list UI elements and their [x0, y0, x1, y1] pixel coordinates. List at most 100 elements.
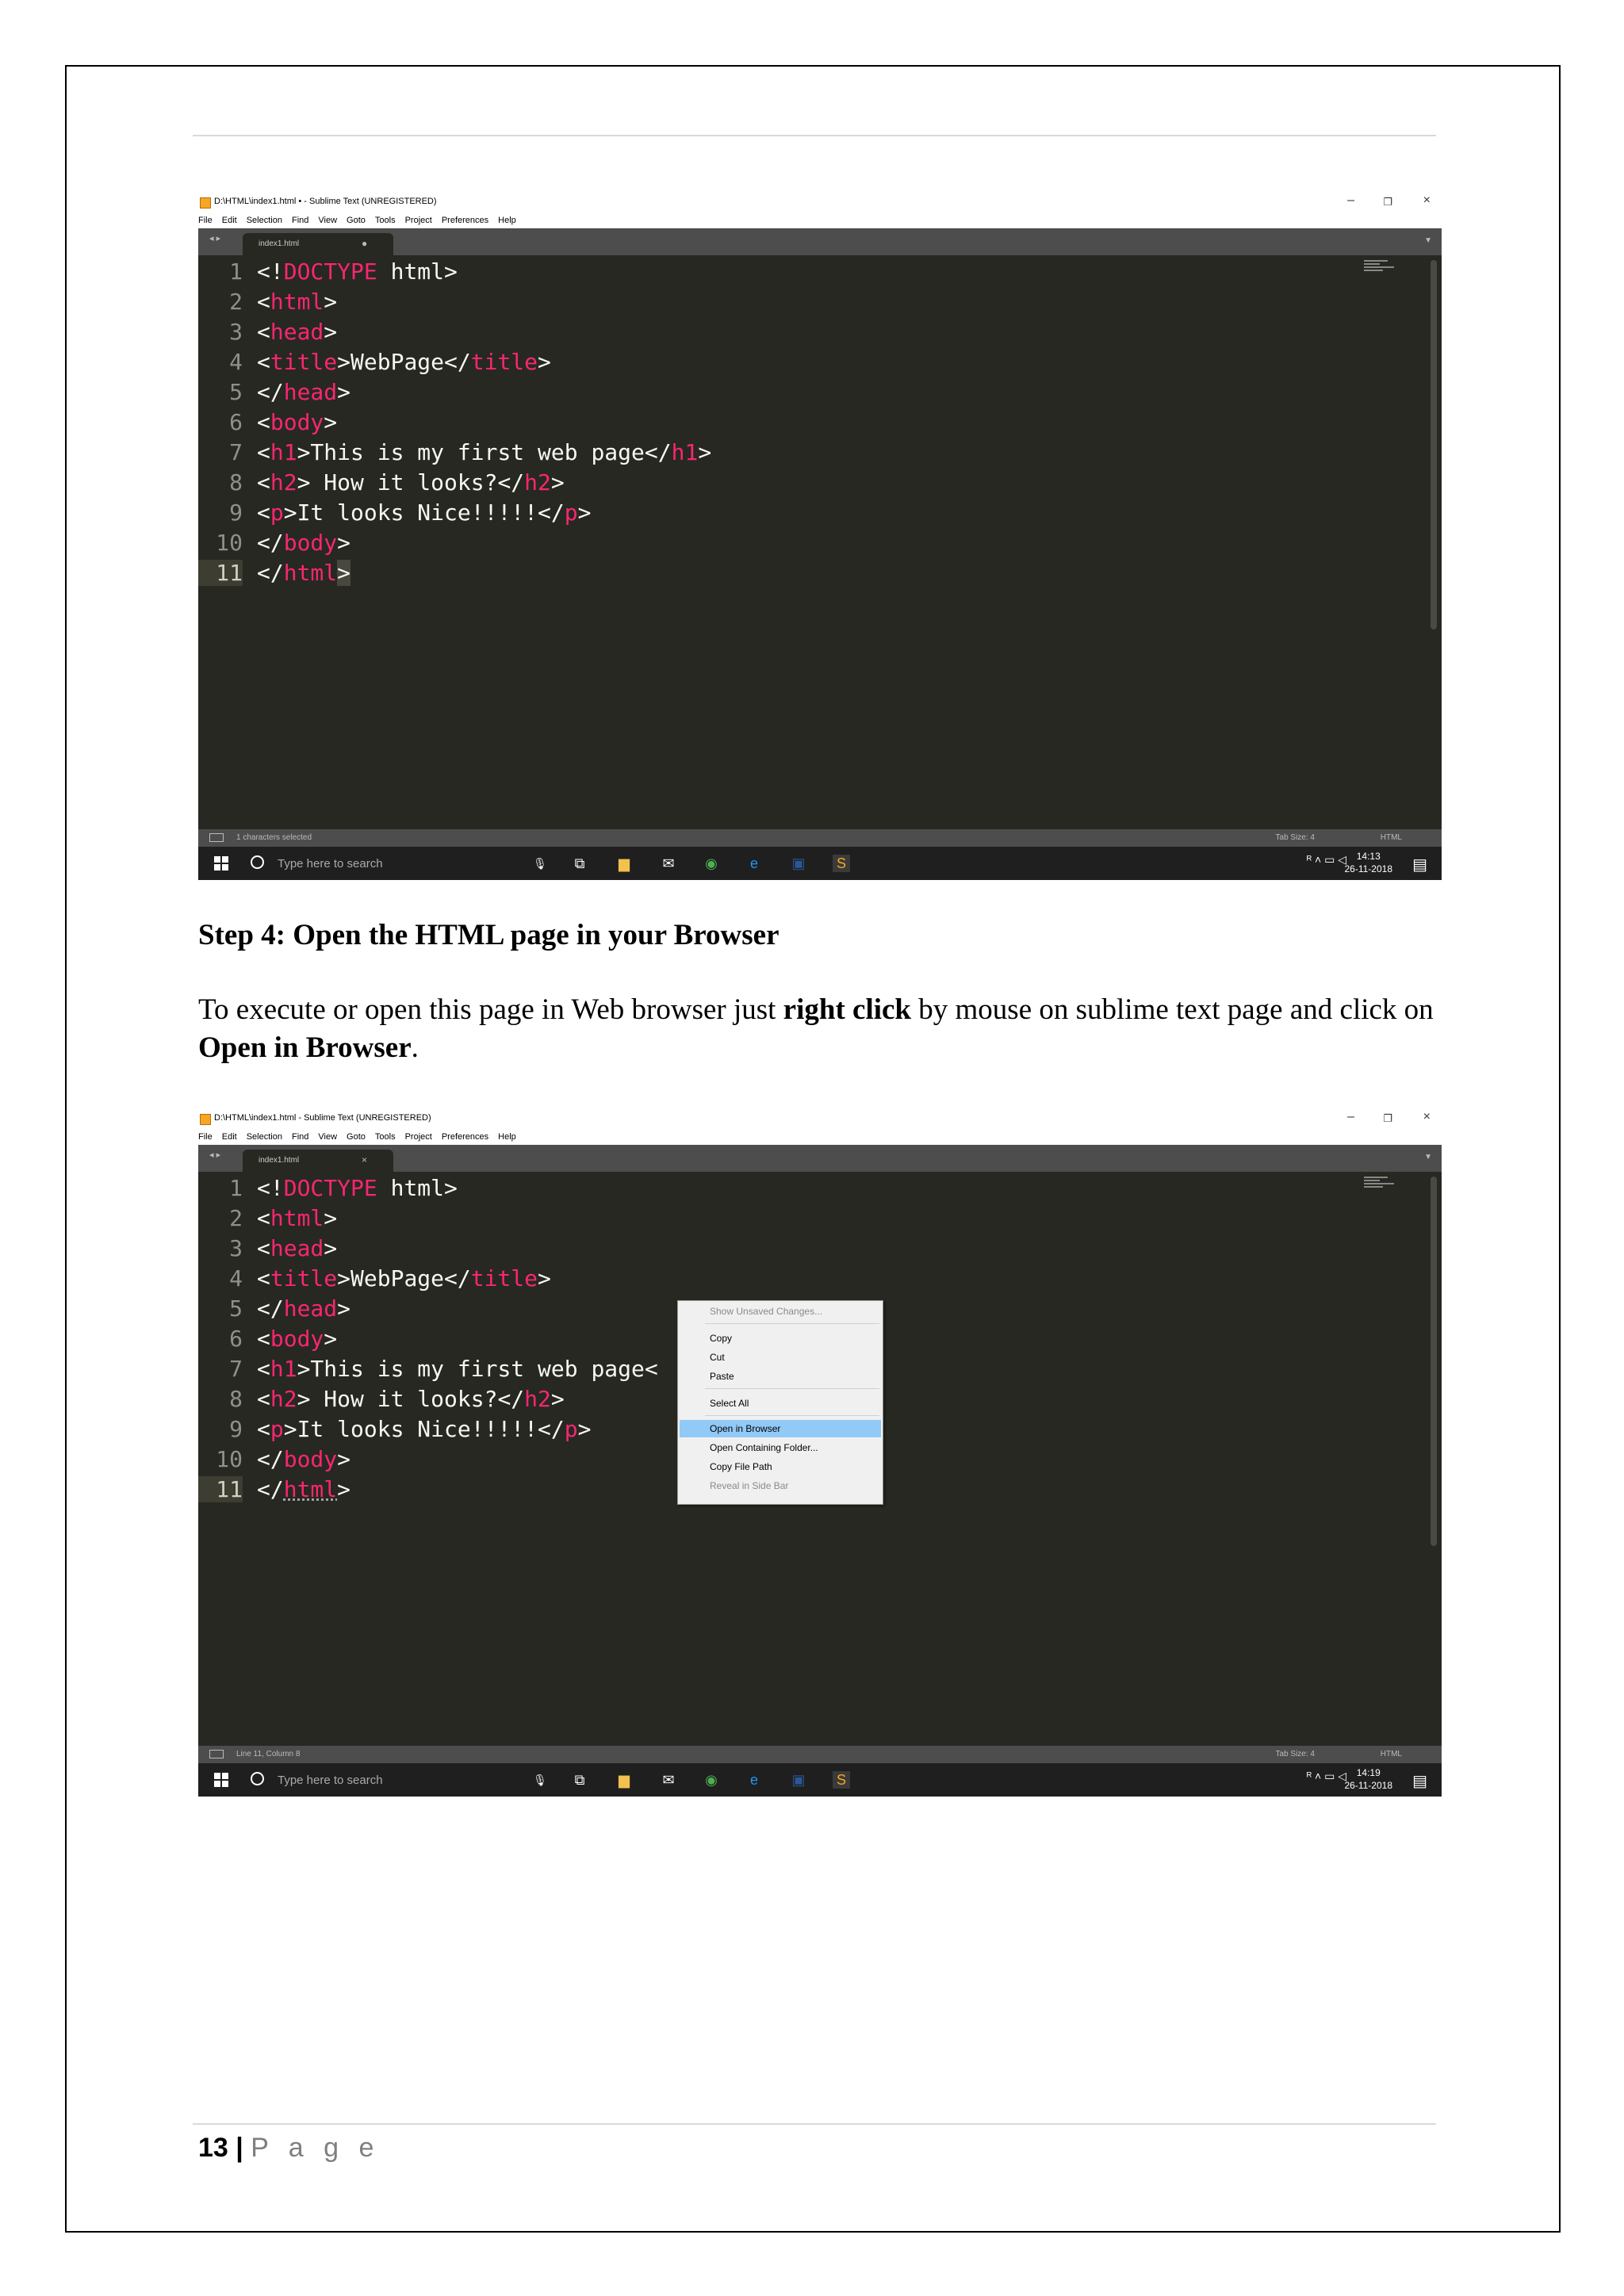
- status-syntax[interactable]: HTML: [1381, 1750, 1402, 1758]
- task-view-icon[interactable]: ⧉: [571, 1771, 588, 1789]
- menu-help[interactable]: Help: [498, 216, 516, 225]
- code-editor[interactable]: 1 2 3 4 5 6 7 8 9 10 11 <!DOCTYPE html> …: [198, 1172, 1442, 1746]
- menu-item-cut[interactable]: Cut: [710, 1352, 725, 1363]
- line-number: 1: [229, 258, 243, 285]
- taskbar-clock[interactable]: 14:19 26-11-2018: [1345, 1766, 1393, 1792]
- line-number: 8: [229, 469, 243, 496]
- menu-project[interactable]: Project: [405, 216, 432, 225]
- menu-separator: [705, 1323, 879, 1324]
- menu-file[interactable]: File: [198, 1132, 213, 1142]
- status-tab-size[interactable]: Tab Size: 4: [1276, 833, 1315, 842]
- vertical-scrollbar[interactable]: [1431, 1177, 1437, 1546]
- minimap[interactable]: [1364, 258, 1396, 276]
- menu-item-paste[interactable]: Paste: [710, 1371, 734, 1382]
- menu-item-open-in-browser[interactable]: Open in Browser: [710, 1423, 780, 1434]
- cortana-icon[interactable]: [251, 855, 264, 869]
- unsaved-dot-icon[interactable]: ●: [362, 238, 367, 249]
- line-number: 10: [216, 1446, 243, 1472]
- menu-selection[interactable]: Selection: [247, 216, 282, 225]
- tab-dropdown-icon[interactable]: ▼: [1424, 236, 1432, 245]
- edge-icon[interactable]: e: [745, 1771, 763, 1789]
- menu-preferences[interactable]: Preferences: [442, 216, 488, 225]
- tab-index1[interactable]: index1.html ×: [243, 1150, 393, 1172]
- status-position: Line 11, Column 8: [236, 1750, 301, 1758]
- code-line-1: <!DOCTYPE html>: [257, 1175, 458, 1201]
- menu-tools[interactable]: Tools: [375, 216, 396, 225]
- notification-icon[interactable]: ▤: [1412, 1771, 1427, 1791]
- menu-view[interactable]: View: [318, 216, 337, 225]
- task-view-icon[interactable]: ⧉: [571, 855, 588, 872]
- tab-index1[interactable]: index1.html ●: [243, 233, 393, 255]
- sublime-taskbar-icon[interactable]: S: [833, 855, 850, 872]
- restore-icon[interactable]: ❐: [1383, 196, 1392, 209]
- menu-help[interactable]: Help: [498, 1132, 516, 1142]
- windows-start-icon[interactable]: [214, 1773, 228, 1787]
- menu-edit[interactable]: Edit: [222, 216, 237, 225]
- system-tray-icons[interactable]: ᴿ ˄ ▭ ◁: [1307, 853, 1346, 867]
- minimize-icon[interactable]: –: [1347, 193, 1354, 208]
- line-number: 6: [229, 409, 243, 435]
- tab-dropdown-icon[interactable]: ▼: [1424, 1153, 1432, 1161]
- menu-find[interactable]: Find: [292, 216, 308, 225]
- word-icon[interactable]: ▣: [790, 855, 807, 872]
- minimap[interactable]: [1364, 1175, 1396, 1192]
- menu-item-open-containing-folder[interactable]: Open Containing Folder...: [710, 1442, 818, 1453]
- panel-toggle-icon[interactable]: [209, 1750, 224, 1758]
- windows-start-icon[interactable]: [214, 856, 228, 871]
- code-line-9: <p>It looks Nice!!!!!</p>: [257, 499, 592, 526]
- menu-item-select-all[interactable]: Select All: [710, 1398, 749, 1409]
- menu-tools[interactable]: Tools: [375, 1132, 396, 1142]
- line-number-current: 11: [198, 1476, 243, 1502]
- tab-close-icon[interactable]: ×: [362, 1154, 367, 1165]
- cortana-icon[interactable]: [251, 1772, 264, 1785]
- status-syntax[interactable]: HTML: [1381, 833, 1402, 842]
- window-title: D:\HTML\index1.html - Sublime Text (UNRE…: [214, 1113, 431, 1123]
- status-tab-size[interactable]: Tab Size: 4: [1276, 1750, 1315, 1758]
- vertical-scrollbar[interactable]: [1431, 260, 1437, 629]
- code-line-11: </html>: [257, 560, 351, 586]
- notification-icon[interactable]: ▤: [1412, 855, 1427, 874]
- code-editor[interactable]: 1 2 3 4 5 6 7 8 9 10 11 <!DOCTYPE html> …: [198, 255, 1442, 829]
- chrome-icon[interactable]: ◉: [703, 855, 720, 872]
- menu-view[interactable]: View: [318, 1132, 337, 1142]
- close-icon[interactable]: ×: [1423, 193, 1431, 208]
- menu-goto[interactable]: Goto: [347, 216, 366, 225]
- menu-item-copy-file-path[interactable]: Copy File Path: [710, 1461, 772, 1472]
- file-explorer-icon[interactable]: ▆: [615, 855, 633, 872]
- restore-icon[interactable]: ❐: [1383, 1112, 1392, 1125]
- mail-icon[interactable]: ✉: [660, 1771, 677, 1789]
- line-number: 2: [229, 1205, 243, 1231]
- tab-nav-arrows-icon[interactable]: ◂ ▸: [209, 233, 220, 243]
- line-number: 5: [229, 1295, 243, 1322]
- menu-file[interactable]: File: [198, 216, 213, 225]
- page-number: 13: [198, 2133, 228, 2163]
- menu-goto[interactable]: Goto: [347, 1132, 366, 1142]
- mail-icon[interactable]: ✉: [660, 855, 677, 872]
- chrome-icon[interactable]: ◉: [703, 1771, 720, 1789]
- microphone-icon[interactable]: 🎙: [531, 855, 549, 872]
- close-icon[interactable]: ×: [1423, 1110, 1431, 1124]
- microphone-icon[interactable]: 🎙: [531, 1771, 549, 1789]
- file-explorer-icon[interactable]: ▆: [615, 1771, 633, 1789]
- edge-icon[interactable]: e: [745, 855, 763, 872]
- taskbar-search[interactable]: Type here to search: [278, 1774, 383, 1787]
- line-number: 7: [229, 1356, 243, 1382]
- menu-item-show-unsaved: Show Unsaved Changes...: [710, 1306, 823, 1317]
- minimize-icon[interactable]: –: [1347, 1110, 1354, 1124]
- sublime-taskbar-icon[interactable]: S: [833, 1771, 850, 1789]
- panel-toggle-icon[interactable]: [209, 833, 224, 842]
- screenshot-sublime-editor: D:\HTML\index1.html • - Sublime Text (UN…: [198, 193, 1442, 880]
- menu-find[interactable]: Find: [292, 1132, 308, 1142]
- menu-selection[interactable]: Selection: [247, 1132, 282, 1142]
- menu-edit[interactable]: Edit: [222, 1132, 237, 1142]
- word-icon[interactable]: ▣: [790, 1771, 807, 1789]
- taskbar-clock[interactable]: 14:13 26-11-2018: [1345, 850, 1393, 875]
- menu-item-copy[interactable]: Copy: [710, 1333, 732, 1344]
- menu-project[interactable]: Project: [405, 1132, 432, 1142]
- tab-nav-arrows-icon[interactable]: ◂ ▸: [209, 1150, 220, 1160]
- menu-preferences[interactable]: Preferences: [442, 1132, 488, 1142]
- line-number: 3: [229, 319, 243, 345]
- code-line-10: </body>: [257, 530, 351, 556]
- taskbar-search[interactable]: Type here to search: [278, 857, 383, 871]
- system-tray-icons[interactable]: ᴿ ˄ ▭ ◁: [1307, 1770, 1346, 1783]
